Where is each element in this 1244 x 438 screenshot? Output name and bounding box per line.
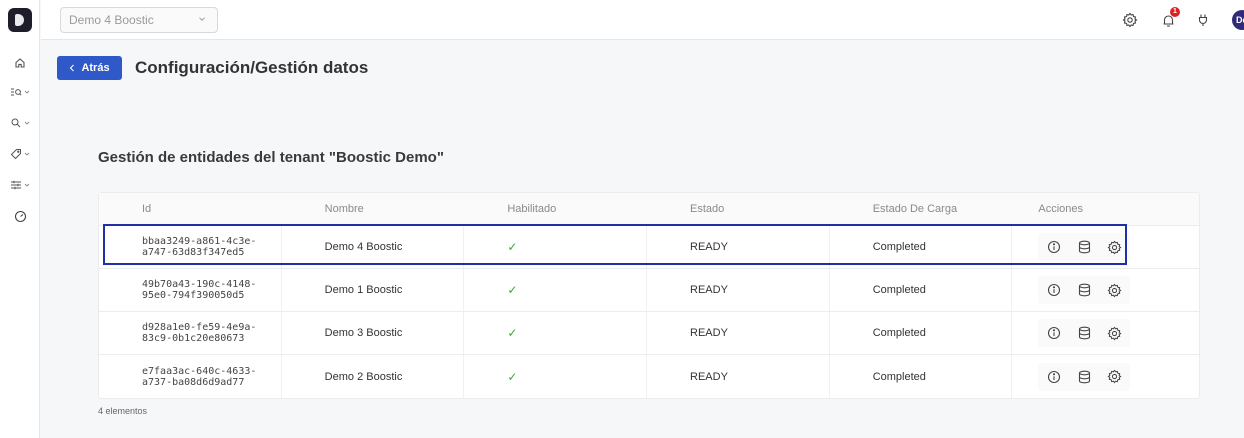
tenant-select[interactable]: Demo 4 Boostic — [60, 7, 218, 33]
search-icon — [11, 118, 21, 128]
cell-estado-carga: Completed — [830, 226, 1013, 268]
column-header-nombre[interactable]: Nombre — [282, 193, 465, 225]
plug-icon — [1198, 14, 1208, 26]
data-button[interactable] — [1076, 239, 1092, 255]
settings-icon — [1107, 326, 1122, 340]
settings-icon — [1107, 369, 1122, 384]
notification-badge: 1 — [1170, 7, 1180, 17]
user-avatar[interactable]: De — [1232, 10, 1244, 30]
tenant-select-value: Demo 4 Boostic — [69, 13, 154, 27]
check-icon: ✓ — [507, 326, 518, 340]
info-button[interactable] — [1046, 239, 1062, 255]
list-search-icon — [11, 88, 22, 96]
column-header-id[interactable]: Id — [99, 193, 282, 225]
entities-table: Id Nombre Habilitado Estado Estado De Ca… — [98, 192, 1200, 399]
chevron-down-icon — [24, 90, 30, 94]
settings-icon — [1107, 240, 1122, 254]
cell-estado-carga: Completed — [830, 355, 1013, 398]
info-icon — [1048, 240, 1061, 254]
chevron-left-icon — [70, 64, 75, 72]
row-actions — [1038, 233, 1131, 261]
column-header-acciones: Acciones — [1038, 203, 1083, 215]
database-icon — [1078, 283, 1090, 297]
data-button[interactable] — [1076, 325, 1092, 341]
sidebar-item-dashboard[interactable] — [0, 206, 40, 226]
settings-button[interactable] — [1120, 10, 1140, 30]
chevron-down-icon — [24, 152, 30, 156]
cell-nombre: Demo 1 Boostic — [282, 269, 465, 311]
sidebar-item-search[interactable] — [0, 113, 40, 133]
chevron-down-icon — [199, 17, 205, 21]
config-button[interactable] — [1106, 282, 1122, 298]
row-actions — [1038, 362, 1131, 391]
database-icon — [1078, 240, 1090, 254]
check-icon: ✓ — [507, 283, 518, 297]
info-button[interactable] — [1046, 325, 1062, 341]
config-button[interactable] — [1106, 369, 1122, 385]
check-icon: ✓ — [507, 369, 518, 384]
sidebar-item-home[interactable] — [0, 53, 40, 73]
data-button[interactable] — [1076, 369, 1092, 385]
cell-estado: READY — [647, 355, 830, 398]
table-row[interactable]: bbaa3249-a861-4c3e-a747-63d83f347ed5 Dem… — [99, 226, 1199, 269]
info-button[interactable] — [1046, 282, 1062, 298]
chevron-down-icon — [24, 121, 30, 125]
cell-nombre: Demo 4 Boostic — [282, 226, 465, 268]
back-button[interactable]: Atrás — [57, 56, 122, 80]
info-icon — [1048, 370, 1061, 383]
config-button[interactable] — [1106, 325, 1122, 341]
page-title: Configuración/Gestión datos — [135, 58, 369, 77]
column-header-estado[interactable]: Estado — [647, 193, 830, 225]
plugin-button[interactable] — [1193, 10, 1213, 30]
info-button[interactable] — [1046, 369, 1062, 385]
section-title: Gestión de entidades del tenant "Boostic… — [98, 149, 444, 166]
cell-nombre: Demo 3 Boostic — [282, 312, 465, 354]
check-icon: ✓ — [507, 240, 518, 254]
table-header: Id Nombre Habilitado Estado Estado De Ca… — [99, 193, 1199, 226]
info-icon — [1048, 326, 1061, 340]
item-count: 4 elementos — [98, 406, 148, 416]
back-button-label: Atrás — [81, 62, 110, 74]
table-row[interactable]: d928a1e0-fe59-4e9a-83c9-0b1c20e80673 Dem… — [99, 312, 1199, 355]
cell-id: bbaa3249-a861-4c3e-a747-63d83f347ed5 — [142, 236, 257, 258]
cell-estado: READY — [647, 312, 830, 354]
gauge-icon — [14, 210, 26, 222]
sidebar — [0, 0, 40, 438]
cell-estado-carga: Completed — [830, 312, 1013, 354]
table-row[interactable]: 49b70a43-190c-4148-95e0-794f390050d5 Dem… — [99, 269, 1199, 312]
gear-icon — [1122, 12, 1138, 28]
tag-icon — [10, 149, 21, 160]
sidebar-item-tags[interactable] — [0, 144, 40, 164]
sliders-icon — [11, 180, 21, 190]
chevron-down-icon — [24, 183, 30, 187]
row-actions — [1038, 276, 1131, 304]
cell-id: e7faa3ac-640c-4633-a737-ba08d6d9ad77 — [142, 365, 257, 388]
data-button[interactable] — [1076, 282, 1092, 298]
app-logo[interactable] — [8, 8, 32, 32]
cell-id: 49b70a43-190c-4148-95e0-794f390050d5 — [142, 279, 257, 301]
table-row[interactable]: e7faa3ac-640c-4633-a737-ba08d6d9ad77 Dem… — [99, 355, 1199, 398]
sidebar-item-list-search[interactable] — [0, 82, 40, 102]
column-header-habilitado[interactable]: Habilitado — [464, 193, 647, 225]
row-actions — [1038, 319, 1131, 347]
column-header-estado-carga[interactable]: Estado De Carga — [830, 193, 1013, 225]
settings-icon — [1107, 283, 1122, 297]
cell-estado: READY — [647, 269, 830, 311]
cell-estado-carga: Completed — [830, 269, 1013, 311]
cell-nombre: Demo 2 Boostic — [282, 355, 465, 398]
sidebar-item-filters[interactable] — [0, 175, 40, 195]
cell-estado: READY — [647, 226, 830, 268]
home-icon — [15, 58, 25, 68]
info-icon — [1048, 283, 1061, 297]
database-icon — [1078, 370, 1090, 383]
database-icon — [1078, 326, 1090, 340]
cell-id: d928a1e0-fe59-4e9a-83c9-0b1c20e80673 — [142, 322, 257, 344]
top-bar: Demo 4 Boostic 1 De — [41, 0, 1244, 40]
config-button[interactable] — [1106, 239, 1122, 255]
notifications-button[interactable]: 1 — [1158, 7, 1180, 30]
